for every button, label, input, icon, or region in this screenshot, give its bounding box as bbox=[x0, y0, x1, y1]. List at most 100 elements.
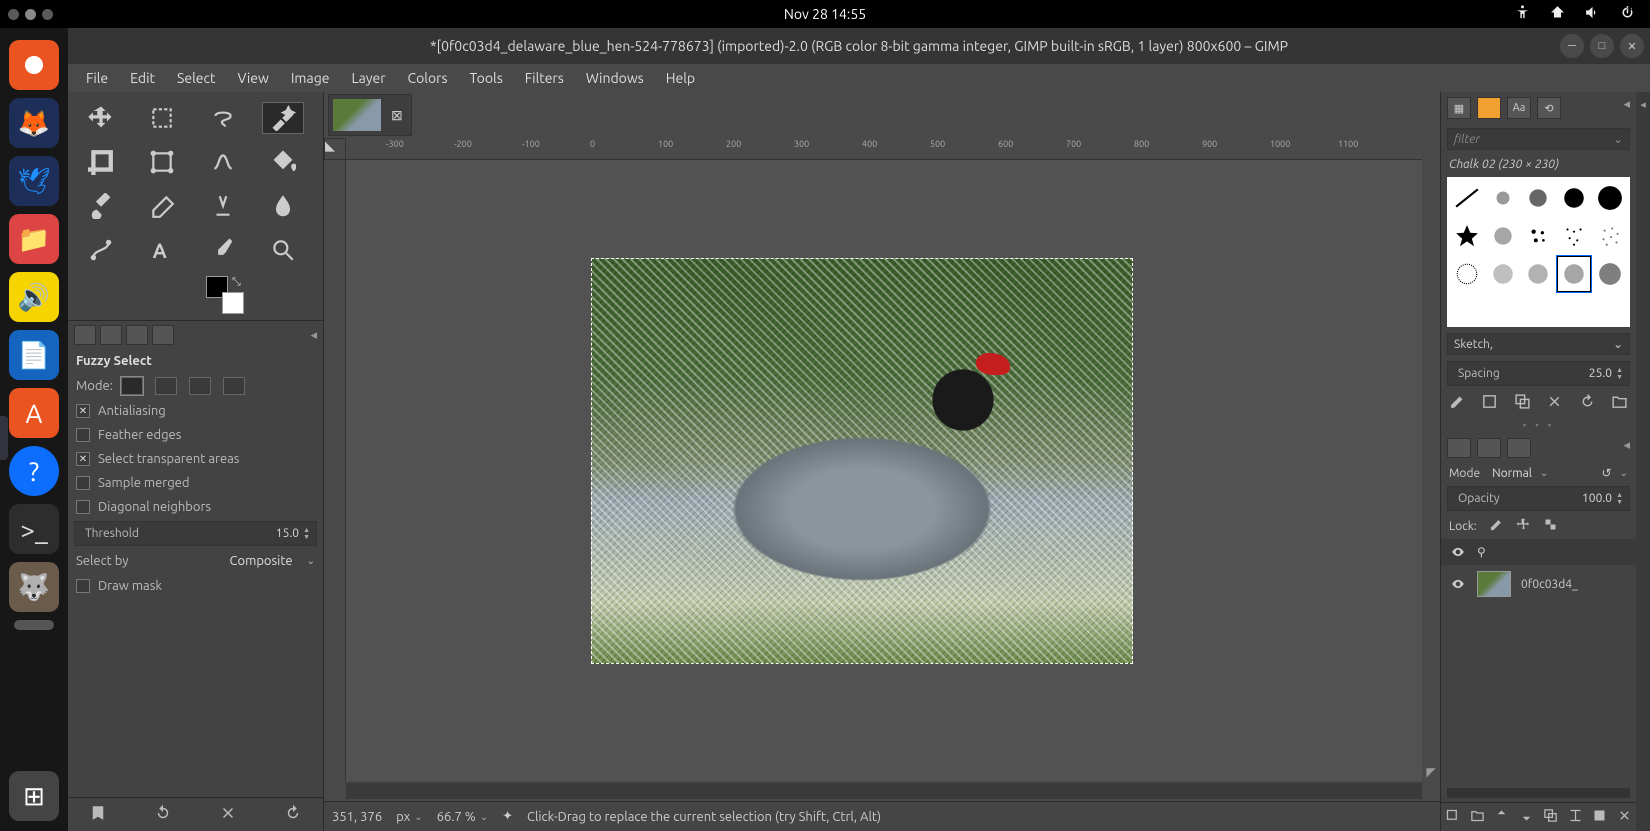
tool-paths[interactable] bbox=[80, 234, 122, 266]
tool-bucket-fill[interactable] bbox=[262, 146, 304, 178]
select-by-row[interactable]: Select by Composite ⌄ bbox=[68, 548, 323, 574]
threshold-field[interactable]: Threshold 15.0 ▲▼ bbox=[74, 521, 317, 546]
unit-selector[interactable]: px⌄ bbox=[396, 810, 422, 824]
reset-preset-icon[interactable] bbox=[284, 804, 302, 825]
mask-layer-icon[interactable] bbox=[1592, 808, 1607, 826]
image-tab[interactable]: ⊠ bbox=[328, 94, 412, 136]
brush-item[interactable] bbox=[1593, 218, 1627, 254]
brush-item[interactable] bbox=[1593, 256, 1627, 292]
diagonal-option[interactable]: Diagonal neighbors bbox=[68, 495, 323, 519]
sample-merged-option[interactable]: Sample merged bbox=[68, 471, 323, 495]
menu-file[interactable]: File bbox=[76, 66, 118, 90]
menu-layer[interactable]: Layer bbox=[341, 66, 395, 90]
brush-item[interactable] bbox=[1557, 218, 1591, 254]
tab-channels[interactable] bbox=[1477, 438, 1501, 458]
layers-scrollbar[interactable] bbox=[1447, 788, 1630, 798]
brush-item[interactable] bbox=[1522, 218, 1556, 254]
dock-separator[interactable]: • • • bbox=[1441, 418, 1636, 434]
tab-menu-icon[interactable]: ◂ bbox=[310, 328, 317, 343]
brush-item[interactable] bbox=[1486, 256, 1520, 292]
new-brush-icon[interactable] bbox=[1481, 393, 1498, 413]
dock-software-icon[interactable]: A bbox=[9, 388, 59, 438]
tab-history[interactable]: ⟲ bbox=[1537, 97, 1561, 119]
mode-switch-icon[interactable]: ↺ bbox=[1602, 466, 1612, 480]
tab-images[interactable] bbox=[152, 325, 174, 345]
dock-menu-icon[interactable]: ◂ bbox=[1623, 97, 1630, 119]
lock-pixels-icon[interactable] bbox=[1489, 517, 1504, 535]
tool-zoom[interactable] bbox=[262, 234, 304, 266]
feather-option[interactable]: Feather edges bbox=[68, 423, 323, 447]
opacity-field[interactable]: Opacity 100.0 ▲▼ bbox=[1447, 486, 1630, 511]
volume-icon[interactable] bbox=[1584, 4, 1601, 24]
side-handle[interactable] bbox=[0, 416, 8, 460]
dock-firefox-icon[interactable]: 🦊 bbox=[9, 98, 59, 148]
brush-item[interactable] bbox=[1522, 180, 1556, 216]
tool-unified-transform[interactable] bbox=[141, 146, 183, 178]
tool-move[interactable] bbox=[80, 102, 122, 134]
lock-position-icon[interactable] bbox=[1516, 517, 1531, 535]
horizontal-ruler[interactable]: -300-200-1000100200300400500600700800900… bbox=[346, 138, 1422, 160]
dock-help-icon[interactable]: ? bbox=[9, 446, 59, 496]
mode-add[interactable] bbox=[155, 377, 177, 395]
tab-paths[interactable] bbox=[1507, 438, 1531, 458]
tool-free-select[interactable] bbox=[202, 102, 244, 134]
menu-help[interactable]: Help bbox=[656, 66, 705, 90]
brush-item-selected[interactable] bbox=[1557, 256, 1591, 292]
tab-layers[interactable] bbox=[1447, 438, 1471, 458]
close-image-icon[interactable]: ⊠ bbox=[387, 107, 407, 124]
clock[interactable]: Nov 28 14:55 bbox=[784, 6, 866, 22]
network-icon[interactable] bbox=[1549, 4, 1566, 24]
menu-edit[interactable]: Edit bbox=[120, 66, 165, 90]
lock-alpha-icon[interactable] bbox=[1543, 517, 1558, 535]
brush-preset[interactable]: Sketch,⌄ bbox=[1447, 333, 1630, 355]
restore-preset-icon[interactable] bbox=[154, 804, 172, 825]
minimize-button[interactable]: ─ bbox=[1560, 34, 1584, 58]
brush-item[interactable] bbox=[1450, 256, 1484, 292]
dock-writer-icon[interactable]: 📄 bbox=[9, 330, 59, 380]
visibility-icon[interactable] bbox=[1449, 577, 1467, 591]
brush-item[interactable] bbox=[1450, 180, 1484, 216]
dock-ubuntu-icon[interactable] bbox=[9, 40, 59, 90]
new-group-icon[interactable] bbox=[1470, 808, 1485, 826]
accessibility-icon[interactable] bbox=[1514, 4, 1531, 24]
delete-layer-icon[interactable] bbox=[1617, 808, 1632, 826]
spacing-spinner[interactable]: ▲▼ bbox=[1616, 367, 1623, 381]
mode-replace[interactable] bbox=[121, 377, 143, 395]
layers-menu-icon[interactable]: ◂ bbox=[1623, 438, 1630, 458]
tool-color-picker[interactable] bbox=[202, 234, 244, 266]
refresh-brush-icon[interactable] bbox=[1579, 393, 1596, 413]
open-brush-icon[interactable] bbox=[1611, 393, 1628, 413]
zoom-selector[interactable]: 66.7 %⌄ bbox=[437, 810, 489, 824]
horizontal-scrollbar[interactable] bbox=[346, 783, 1422, 799]
close-button[interactable]: ✕ bbox=[1620, 34, 1644, 58]
duplicate-layer-icon[interactable] bbox=[1543, 808, 1558, 826]
dock-files-icon[interactable]: 📁 bbox=[9, 214, 59, 264]
maximize-button[interactable]: □ bbox=[1590, 34, 1614, 58]
tool-warp[interactable] bbox=[202, 146, 244, 178]
right-dock-expand[interactable]: ◂ bbox=[1636, 92, 1650, 831]
layer-mode-row[interactable]: Mode Normal⌄ ↺⌄ bbox=[1441, 462, 1636, 484]
tab-undo-history[interactable] bbox=[126, 325, 148, 345]
menu-view[interactable]: View bbox=[227, 66, 278, 90]
activities-corner[interactable] bbox=[0, 9, 53, 20]
brush-filter[interactable]: filter⌄ bbox=[1447, 128, 1630, 150]
spacing-field[interactable]: Spacing 25.0 ▲▼ bbox=[1447, 361, 1630, 386]
duplicate-brush-icon[interactable] bbox=[1514, 393, 1531, 413]
dock-terminal-icon[interactable]: >_ bbox=[9, 504, 59, 554]
tool-rect-select[interactable] bbox=[141, 102, 183, 134]
lower-layer-icon[interactable] bbox=[1519, 808, 1534, 826]
raise-layer-icon[interactable] bbox=[1494, 808, 1509, 826]
brush-item[interactable] bbox=[1486, 218, 1520, 254]
brush-item[interactable] bbox=[1593, 180, 1627, 216]
antialiasing-option[interactable]: ✕Antialiasing bbox=[68, 399, 323, 423]
tool-crop[interactable] bbox=[80, 146, 122, 178]
new-layer-icon[interactable] bbox=[1445, 808, 1460, 826]
draw-mask-option[interactable]: Draw mask bbox=[68, 574, 323, 598]
power-icon[interactable] bbox=[1619, 4, 1636, 24]
brush-item[interactable] bbox=[1450, 218, 1484, 254]
vertical-ruler[interactable] bbox=[324, 160, 346, 781]
delete-brush-icon[interactable] bbox=[1546, 393, 1563, 413]
menu-windows[interactable]: Windows bbox=[576, 66, 654, 90]
menu-filters[interactable]: Filters bbox=[515, 66, 574, 90]
menu-tools[interactable]: Tools bbox=[460, 66, 513, 90]
